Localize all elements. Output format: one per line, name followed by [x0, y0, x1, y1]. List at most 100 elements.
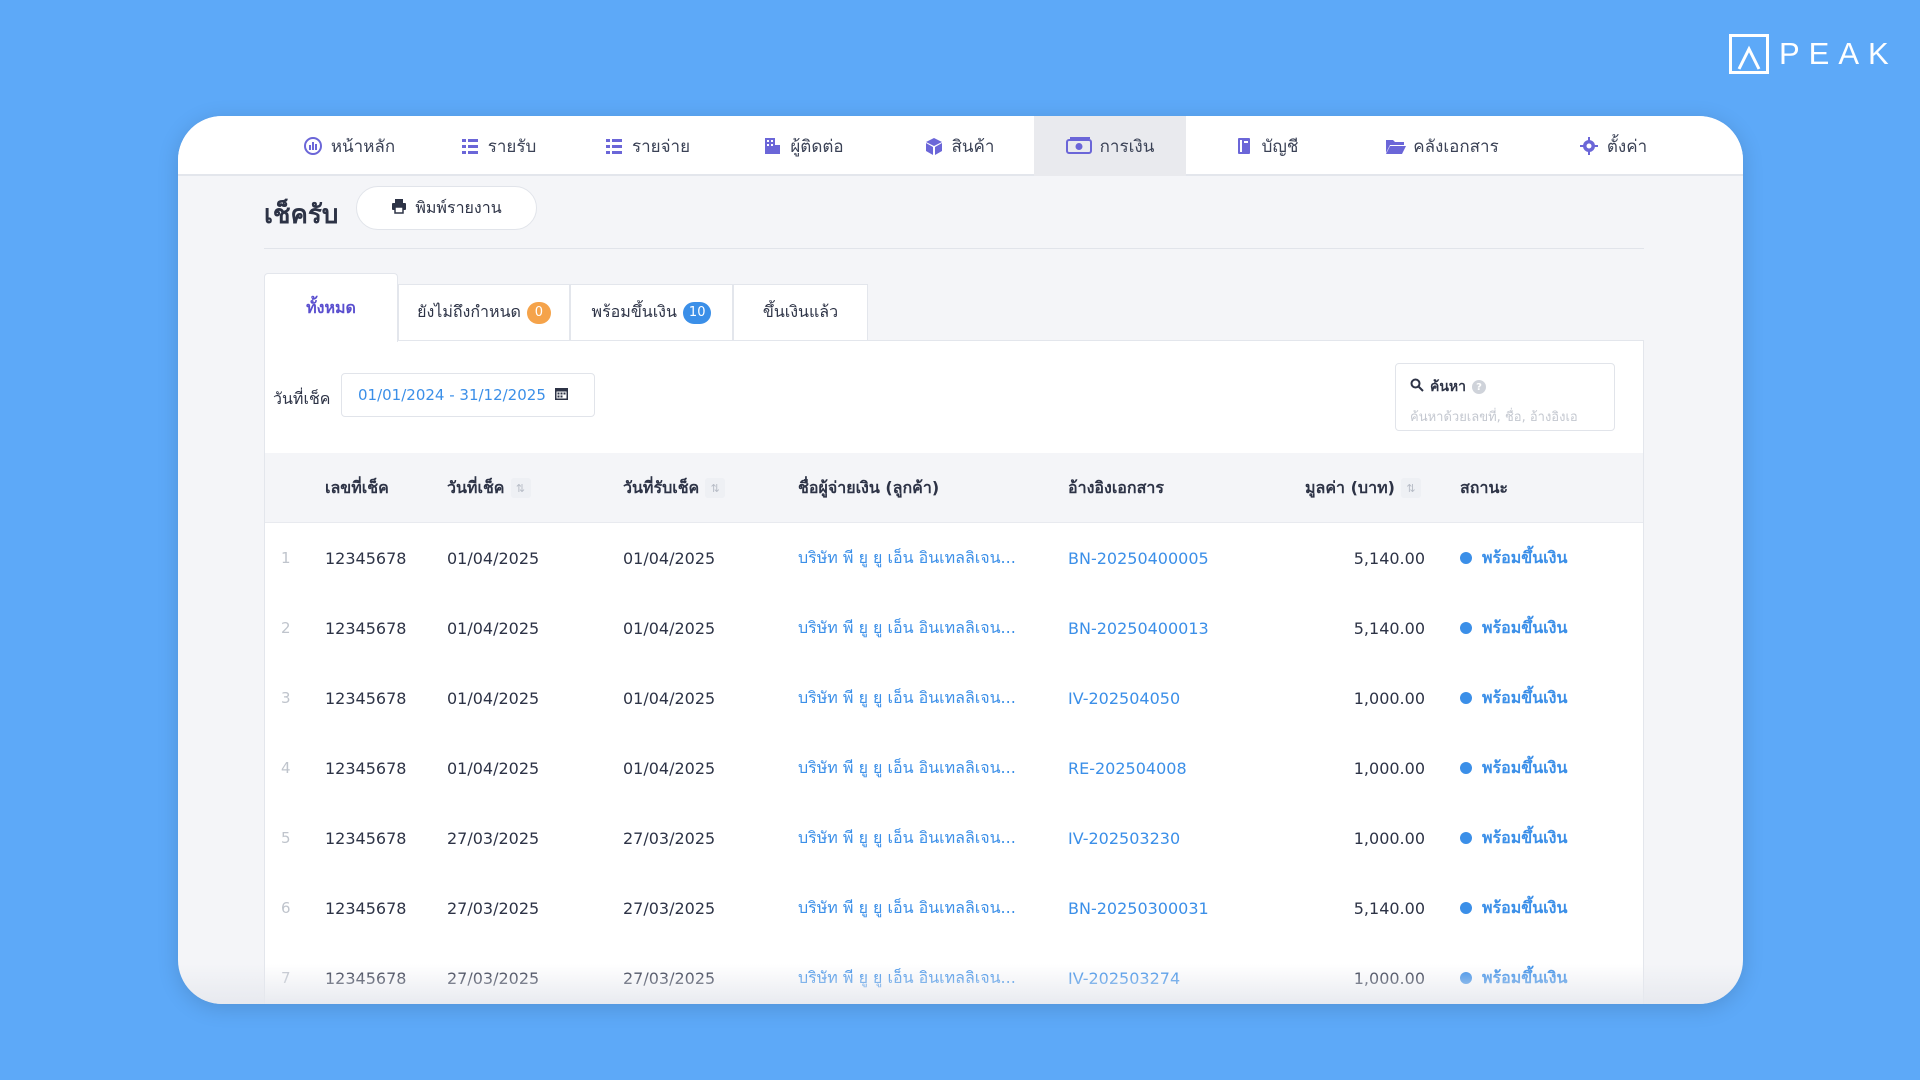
payer-link[interactable]: บริษัท พี ยู ยู เอ็น อินเทลลิเจน... [798, 943, 1016, 1004]
folder-open-icon [1385, 136, 1407, 156]
status-dot-icon [1460, 902, 1472, 914]
cheque-number: 12345678 [325, 758, 407, 778]
calendar-icon [554, 386, 569, 405]
cheque-number: 12345678 [325, 968, 407, 988]
received-date: 01/04/2025 [623, 618, 716, 638]
nav-item-expense[interactable]: รายจ่าย [572, 116, 722, 176]
nav-label: บัญชี [1261, 136, 1299, 157]
nav-label: รายจ่าย [631, 136, 691, 157]
cheque-number: 12345678 [325, 828, 407, 848]
tab-label: ขึ้นเงินแล้ว [762, 302, 839, 321]
payer-link[interactable]: บริษัท พี ยู ยู เอ็น อินเทลลิเจน... [798, 873, 1016, 943]
date-range-picker[interactable]: 01/01/2024 - 31/12/2025 [341, 373, 595, 417]
table-row[interactable]: 1 12345678 01/04/2025 01/04/2025 บริษัท … [265, 523, 1643, 593]
column-received-date[interactable]: วันที่รับเช็ค ⇅ [623, 453, 726, 523]
received-date: 01/04/2025 [623, 548, 716, 568]
row-index: 6 [281, 899, 291, 917]
table-row[interactable]: 5 12345678 27/03/2025 27/03/2025 บริษัท … [265, 803, 1643, 873]
print-report-button[interactable]: พิมพ์รายงาน [356, 186, 537, 230]
amount: 1,000.00 [1353, 758, 1425, 778]
column-reference: อ้างอิงเอกสาร [1068, 477, 1164, 497]
table-row[interactable]: 4 12345678 01/04/2025 01/04/2025 บริษัท … [265, 733, 1643, 803]
nav-label: ตั้งค่า [1606, 136, 1648, 157]
page-title: เช็ครับ [264, 200, 339, 230]
tab-not-due[interactable]: ยังไม่ถึงกำหนด 0 [398, 284, 570, 340]
tab-cashed[interactable]: ขึ้นเงินแล้ว [733, 284, 868, 340]
reference-link[interactable]: BN-20250400005 [1068, 523, 1209, 593]
nav-item-contacts[interactable]: ผู้ติดต่อ [722, 116, 884, 176]
ledger-book-icon [1234, 136, 1254, 156]
reference-link[interactable]: BN-20250300031 [1068, 873, 1209, 943]
reference-link[interactable]: BN-20250400013 [1068, 593, 1209, 663]
column-payer: ชื่อผู้จ่ายเงิน (ลูกค้า) [798, 477, 940, 497]
column-amount[interactable]: มูลค่า (บาท) ⇅ [1305, 453, 1421, 523]
title-divider [264, 248, 1644, 249]
cheque-date: 01/04/2025 [447, 548, 540, 568]
cheque-date: 01/04/2025 [447, 618, 540, 638]
reference-link[interactable]: IV-202503230 [1068, 803, 1180, 873]
payer-link[interactable]: บริษัท พี ยู ยู เอ็น อินเทลลิเจน... [798, 523, 1016, 593]
status-badge: พร้อมขึ้นเงิน [1460, 523, 1567, 593]
table-row[interactable]: 2 12345678 01/04/2025 01/04/2025 บริษัท … [265, 593, 1643, 663]
status-badge: พร้อมขึ้นเงิน [1460, 803, 1567, 873]
help-icon[interactable]: ? [1472, 380, 1487, 394]
sort-icon[interactable]: ⇅ [705, 478, 726, 498]
table-row[interactable]: 6 12345678 27/03/2025 27/03/2025 บริษัท … [265, 873, 1643, 943]
nav-item-documents[interactable]: คลังเอกสาร [1346, 116, 1538, 176]
amount: 1,000.00 [1353, 968, 1425, 988]
status-badge: พร้อมขึ้นเงิน [1460, 663, 1567, 733]
row-index: 5 [281, 829, 291, 847]
payer-link[interactable]: บริษัท พี ยู ยู เอ็น อินเทลลิเจน... [798, 663, 1016, 733]
status-dot-icon [1460, 762, 1472, 774]
nav-label: การเงิน [1099, 136, 1155, 157]
income-list-icon [460, 136, 480, 156]
nav-item-finance[interactable]: การเงิน [1034, 116, 1186, 176]
tab-all[interactable]: ทั้งหมด [264, 273, 398, 342]
table-row[interactable]: 3 12345678 01/04/2025 01/04/2025 บริษัท … [265, 663, 1643, 733]
row-index: 3 [281, 689, 291, 707]
nav-item-products[interactable]: สินค้า [884, 116, 1034, 176]
nav-item-accounting[interactable]: บัญชี [1186, 116, 1346, 176]
amount: 5,140.00 [1353, 618, 1425, 638]
sort-icon[interactable]: ⇅ [1400, 478, 1421, 498]
payer-link[interactable]: บริษัท พี ยู ยู เอ็น อินเทลลิเจน... [798, 593, 1016, 663]
printer-icon [391, 198, 407, 218]
column-cheque-no: เลขที่เช็ค [325, 477, 389, 497]
search-input[interactable]: ค้นหา ? ค้นหาด้วยเลขที่, ชื่อ, อ้างอิงเอ [1395, 363, 1615, 431]
reference-link[interactable]: IV-202503274 [1068, 943, 1180, 1004]
amount: 5,140.00 [1353, 898, 1425, 918]
money-icon [1065, 136, 1092, 156]
status-dot-icon [1460, 692, 1472, 704]
search-placeholder: ค้นหาด้วยเลขที่, ชื่อ, อ้างอิงเอ [1410, 410, 1578, 425]
nav-item-income[interactable]: รายรับ [424, 116, 572, 176]
payer-link[interactable]: บริษัท พี ยู ยู เอ็น อินเทลลิเจน... [798, 733, 1016, 803]
table-row[interactable]: 7 12345678 27/03/2025 27/03/2025 บริษัท … [265, 943, 1643, 1004]
received-date: 27/03/2025 [623, 968, 716, 988]
app-window: หน้าหลัก รายรับ รายจ่าย ผู้ติดต่อ สินค้า [178, 116, 1743, 1004]
nav-label: หน้าหลัก [330, 136, 396, 157]
received-date: 27/03/2025 [623, 828, 716, 848]
count-badge: 10 [682, 301, 712, 324]
cheque-date: 27/03/2025 [447, 898, 540, 918]
brand-name: PEAK [1779, 36, 1898, 71]
status-dot-icon [1460, 832, 1472, 844]
reference-link[interactable]: IV-202504050 [1068, 663, 1180, 733]
column-cheque-date[interactable]: วันที่เช็ค ⇅ [447, 453, 531, 523]
tab-ready-to-cash[interactable]: พร้อมขึ้นเงิน 10 [570, 284, 733, 340]
reference-link[interactable]: RE-202504008 [1068, 733, 1187, 803]
table-header: เลขที่เช็ค วันที่เช็ค ⇅ วันที่รับเช็ค ⇅ … [265, 453, 1643, 523]
sort-icon[interactable]: ⇅ [510, 478, 531, 498]
nav-item-settings[interactable]: ตั้งค่า [1538, 116, 1688, 176]
status-badge: พร้อมขึ้นเงิน [1460, 593, 1567, 663]
payer-link[interactable]: บริษัท พี ยู ยู เอ็น อินเทลลิเจน... [798, 803, 1016, 873]
status-badge: พร้อมขึ้นเงิน [1460, 733, 1567, 803]
amount: 1,000.00 [1353, 688, 1425, 708]
status-dot-icon [1460, 622, 1472, 634]
nav-item-home[interactable]: หน้าหลัก [274, 116, 424, 176]
status-dot-icon [1460, 972, 1472, 984]
brand-logo: PEAK [1729, 34, 1898, 74]
date-filter-label: วันที่เช็ค [273, 389, 331, 408]
tab-label: ยังไม่ถึงกำหนด [417, 302, 521, 321]
dashboard-icon [303, 136, 323, 156]
cheque-number: 12345678 [325, 618, 407, 638]
